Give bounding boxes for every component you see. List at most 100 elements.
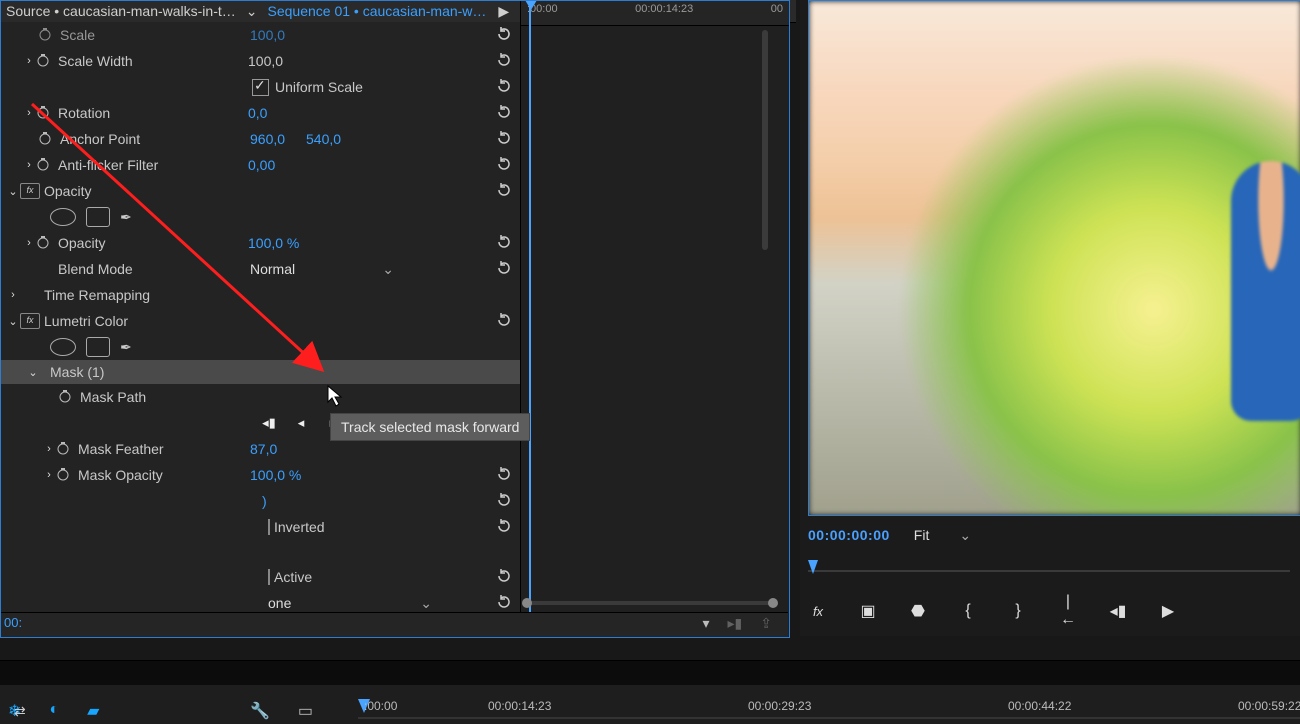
- rect-mask-icon[interactable]: [86, 207, 110, 227]
- step-back-icon[interactable]: ◂▮: [1108, 601, 1128, 621]
- reset-icon[interactable]: [496, 518, 512, 534]
- opacity-value[interactable]: 100,0 %: [248, 235, 299, 251]
- mask-1-header[interactable]: ⌄ Mask (1): [0, 360, 520, 384]
- timeline-tool-icons: 🔧 ▭: [250, 701, 313, 721]
- stopwatch-icon[interactable]: [56, 441, 72, 457]
- effect-opacity[interactable]: ⌄ fx Opacity: [0, 178, 520, 204]
- linked-selection-icon[interactable]: ◐: [49, 701, 59, 721]
- stopwatch-icon[interactable]: [38, 27, 54, 43]
- reset-icon[interactable]: [496, 594, 512, 610]
- program-timecode[interactable]: 00:00:00:00: [808, 527, 890, 543]
- scale-width-value[interactable]: 100,0: [248, 53, 283, 69]
- fx-badge-icon[interactable]: fx: [20, 313, 40, 329]
- in-bracket-icon[interactable]: {: [958, 602, 978, 620]
- twisty-icon[interactable]: ⌄: [6, 315, 20, 328]
- ec-zoom-scrollbar[interactable]: [520, 596, 780, 610]
- twisty-icon[interactable]: ⌄: [6, 185, 20, 198]
- zoom-handle-left[interactable]: [522, 598, 532, 608]
- stopwatch-icon[interactable]: [36, 235, 52, 251]
- twisty-icon[interactable]: ›: [42, 443, 56, 455]
- fx-badge-icon[interactable]: fx: [20, 183, 40, 199]
- inverted-label[interactable]: Inverted: [268, 519, 325, 535]
- scale-value[interactable]: 100,0: [250, 27, 285, 43]
- stopwatch-icon[interactable]: [36, 157, 52, 173]
- play-only-icon[interactable]: ▶: [492, 3, 509, 20]
- source-tab-menu[interactable]: ⌄: [242, 3, 262, 20]
- reset-icon[interactable]: [496, 26, 512, 42]
- prop-select-partial: one⌄: [0, 590, 520, 612]
- timeline-settings-icon[interactable]: ⇄: [14, 703, 26, 720]
- ellipse-mask-icon[interactable]: [50, 338, 76, 356]
- blend-mode-select[interactable]: Normal⌄: [250, 261, 400, 278]
- wrench-icon[interactable]: 🔧: [250, 701, 270, 721]
- reset-icon[interactable]: [496, 130, 512, 146]
- reset-icon[interactable]: [496, 78, 512, 94]
- twisty-icon[interactable]: ›: [22, 159, 36, 171]
- active-label[interactable]: Active: [268, 569, 312, 585]
- play-icon[interactable]: ▶: [1158, 601, 1178, 621]
- track-backward-icon[interactable]: ◂: [292, 414, 310, 432]
- generic-select[interactable]: one⌄: [268, 595, 438, 612]
- insert-icon[interactable]: ▸▮: [728, 615, 743, 632]
- anchor-x[interactable]: 960,0: [250, 131, 306, 147]
- twisty-icon[interactable]: ›: [6, 289, 20, 301]
- export-frame-icon[interactable]: ▣: [858, 601, 878, 621]
- reset-icon[interactable]: [496, 156, 512, 172]
- reset-icon[interactable]: [496, 492, 512, 508]
- stopwatch-icon[interactable]: [56, 467, 72, 483]
- ellipse-mask-icon[interactable]: [50, 208, 76, 226]
- filter-icon[interactable]: ▾: [703, 615, 710, 632]
- prop-blend-mode: Blend Mode Normal⌄: [0, 256, 520, 282]
- effect-controls-timeline[interactable]: :00:00 00:00:14:23 00: [520, 0, 789, 636]
- flicker-value[interactable]: 0,00: [248, 157, 275, 173]
- zoom-handle-right[interactable]: [768, 598, 778, 608]
- program-scrubber[interactable]: [808, 556, 1300, 576]
- twisty-icon[interactable]: ›: [42, 469, 56, 481]
- zoom-select[interactable]: Fit⌄: [914, 527, 971, 544]
- reset-icon[interactable]: [496, 466, 512, 482]
- timeline-ruler[interactable]: :00:00 00:00:14:23 00:00:29:23 00:00:44:…: [358, 699, 1300, 723]
- stopwatch-icon[interactable]: [36, 53, 52, 69]
- twisty-icon[interactable]: ⌄: [0, 366, 40, 379]
- marker-icon[interactable]: ⬣: [908, 601, 928, 621]
- stopwatch-icon[interactable]: [58, 389, 74, 405]
- stopwatch-icon[interactable]: [36, 105, 52, 121]
- reset-icon[interactable]: [496, 568, 512, 584]
- sequence-tab[interactable]: Sequence 01 • caucasian-man-w…: [268, 3, 487, 19]
- effect-lumetri[interactable]: ⌄ fx Lumetri Color: [0, 308, 520, 334]
- marker-add-icon[interactable]: ▰: [87, 701, 99, 721]
- ec-timecode[interactable]: 00:: [4, 615, 22, 630]
- pen-mask-icon[interactable]: ✒: [120, 209, 132, 226]
- effect-controls-footer: 00: ▾ ▸▮ ⇪: [0, 612, 788, 637]
- reset-icon[interactable]: [496, 234, 512, 250]
- uniform-scale-checkbox[interactable]: [252, 79, 269, 96]
- prop-mask-opacity: › Mask Opacity 100,0 %: [0, 462, 520, 488]
- rect-mask-icon[interactable]: [86, 337, 110, 357]
- reset-icon[interactable]: [496, 260, 512, 276]
- reset-icon[interactable]: [496, 104, 512, 120]
- source-tab[interactable]: Source • caucasian-man-walks-in-t…: [6, 3, 236, 19]
- ec-time-ruler[interactable]: :00:00 00:00:14:23 00: [521, 0, 789, 26]
- fx-toggle-icon[interactable]: fx: [808, 604, 828, 619]
- rotation-value[interactable]: 0,0: [248, 105, 267, 121]
- effect-time-remapping[interactable]: › fx Time Remapping: [0, 282, 520, 308]
- overwrite-icon[interactable]: ⇪: [760, 615, 772, 632]
- playhead-icon[interactable]: [529, 0, 531, 636]
- stopwatch-icon[interactable]: [38, 131, 54, 147]
- twisty-icon[interactable]: ›: [22, 55, 36, 67]
- reset-icon[interactable]: [496, 182, 512, 198]
- go-to-in-icon[interactable]: |←: [1058, 593, 1078, 629]
- camera-icon[interactable]: ▭: [298, 701, 313, 721]
- twisty-icon[interactable]: ›: [22, 237, 36, 249]
- out-bracket-icon[interactable]: }: [1008, 602, 1028, 620]
- twisty-icon[interactable]: ›: [22, 107, 36, 119]
- mask-feather-value[interactable]: 87,0: [250, 441, 277, 457]
- reset-icon[interactable]: [496, 312, 512, 328]
- track-backward-one-icon[interactable]: ◂▮: [260, 414, 278, 432]
- vertical-scrollbar[interactable]: [762, 30, 768, 250]
- program-video-frame[interactable]: [808, 0, 1300, 516]
- pen-mask-icon[interactable]: ✒: [120, 339, 132, 356]
- anchor-y[interactable]: 540,0: [306, 131, 341, 147]
- mask-opacity-value[interactable]: 100,0 %: [250, 467, 301, 483]
- reset-icon[interactable]: [496, 52, 512, 68]
